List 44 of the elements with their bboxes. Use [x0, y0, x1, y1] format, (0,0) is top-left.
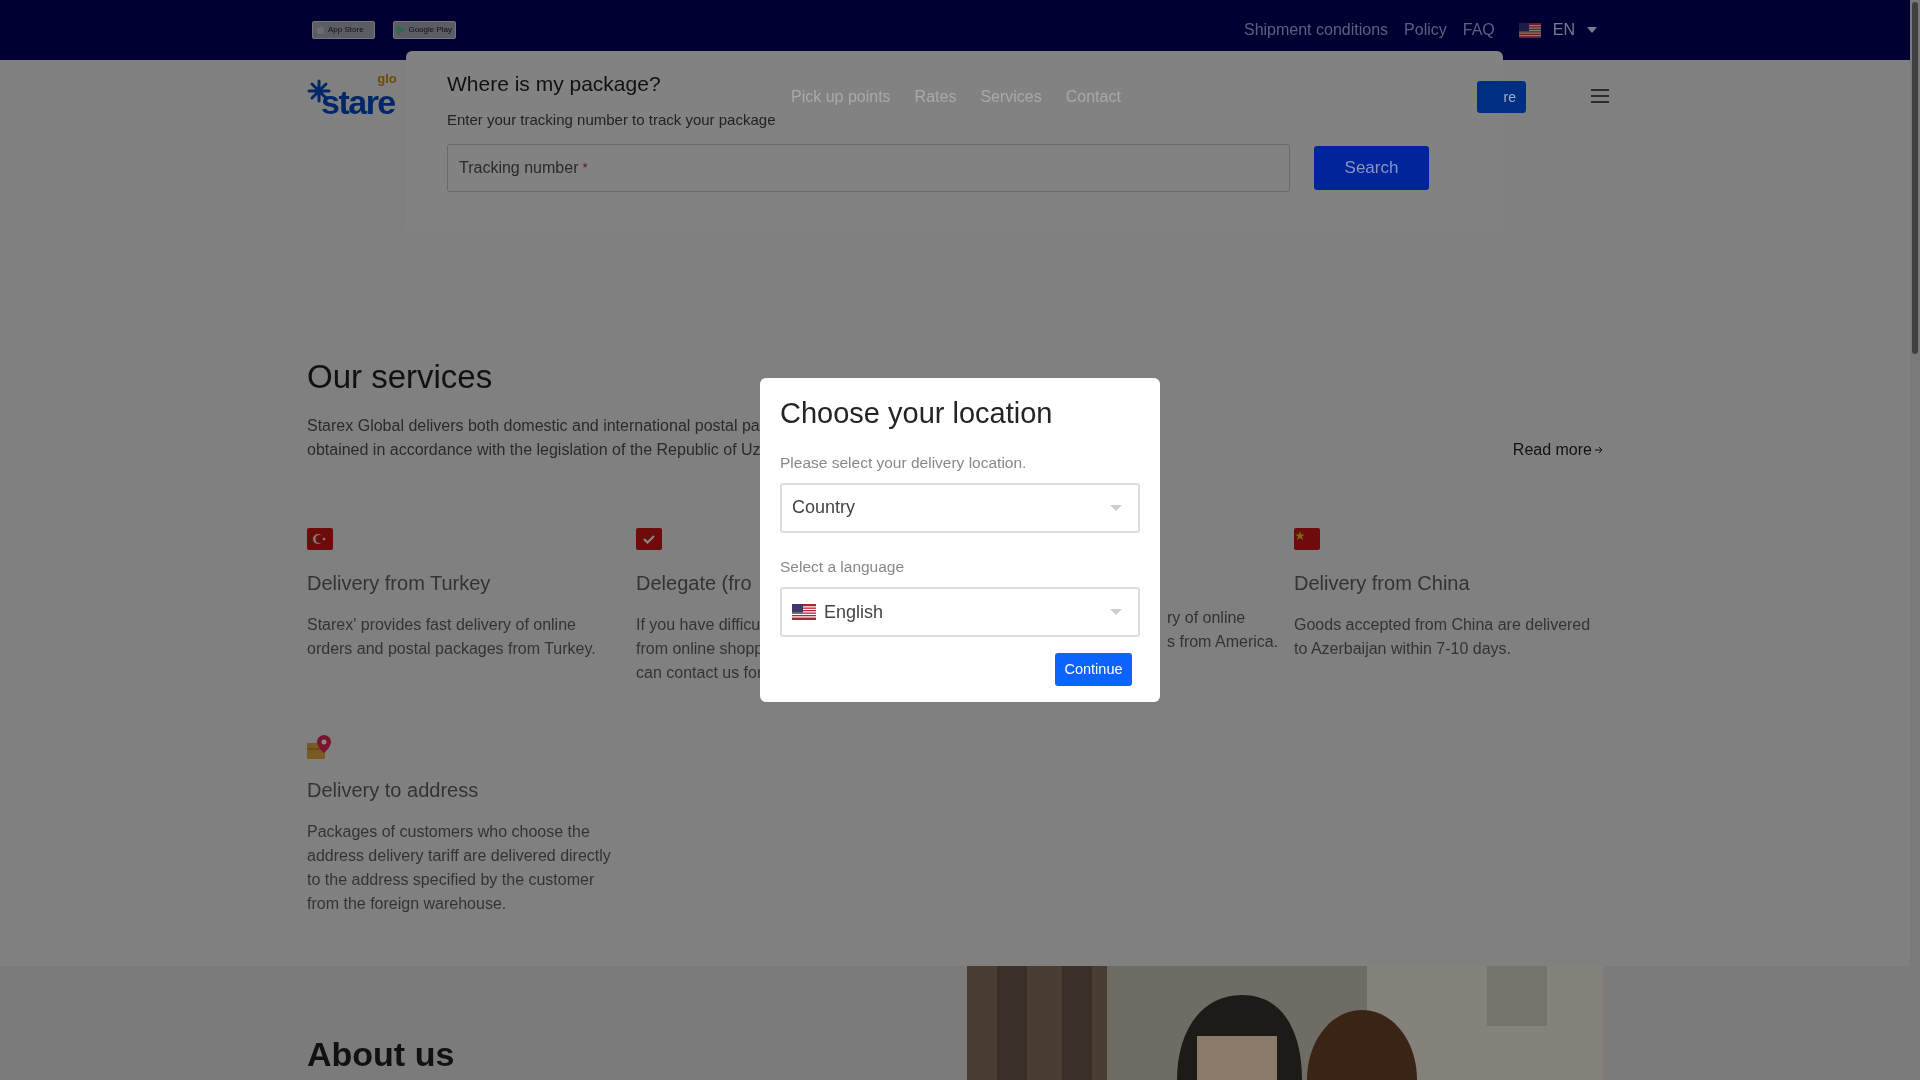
- country-select[interactable]: Country: [780, 482, 1140, 533]
- china-flag-icon: [1294, 528, 1320, 550]
- package-pin-icon: [307, 735, 333, 761]
- scrollbar-thumb[interactable]: [1912, 2, 1918, 354]
- read-more-link[interactable]: Read more: [1512, 438, 1603, 462]
- checkmark-icon: [636, 528, 662, 550]
- service-description: Starex' provides fast delivery of online orders and postal packages from Turkey.: [307, 615, 597, 659]
- cta-button[interactable]: re: [1477, 81, 1526, 113]
- tracking-input[interactable]: Tracking number *: [447, 143, 1290, 192]
- dialog-title: Choose your location: [780, 396, 1054, 431]
- us-flag-icon: [792, 604, 816, 620]
- service-description: ry of online s from America.: [1167, 608, 1279, 652]
- language-select[interactable]: English: [780, 587, 1140, 637]
- tracking-title: Where is my package?: [447, 71, 661, 97]
- top-link[interactable]: Shipment conditions: [1243, 18, 1389, 42]
- caret-icon: [1587, 27, 1597, 33]
- store-badge[interactable]: Google Play: [393, 21, 456, 39]
- field-label: Select a language: [780, 556, 906, 577]
- arrow-icon: [1595, 446, 1603, 454]
- top-link[interactable]: Policy: [1404, 18, 1447, 42]
- language-code: EN: [1552, 20, 1575, 40]
- service-title: Delivery to address: [307, 778, 479, 803]
- menu-icon[interactable]: [1591, 89, 1609, 103]
- play-icon: [397, 25, 406, 35]
- top-link[interactable]: FAQ: [1462, 18, 1495, 42]
- continue-button[interactable]: Continue: [1055, 653, 1132, 686]
- service-title: Delivery from Turkey: [307, 571, 491, 596]
- service-title: Delegate (fro: [636, 571, 752, 596]
- service-description: Packages of customers who choose the address delivery tariff are delivered directly to the address specified by the customer from the foreign warehouse.: [307, 822, 612, 914]
- service-title: Delivery from China: [1294, 571, 1470, 596]
- language-switcher[interactable]: EN: [1518, 18, 1597, 42]
- section-title: Our services: [307, 360, 494, 393]
- logo-accent: glo: [377, 71, 397, 85]
- dropdown-caret-icon: [1110, 609, 1122, 615]
- services-intro: Starex Global delivers both domestic and international postal pa obtained in accordance with the legislation of the Republic of Uz: [307, 416, 761, 460]
- section-title: About us: [307, 1034, 455, 1075]
- field-label: Please select your delivery location.: [780, 452, 1028, 473]
- service-description: Goods accepted from China are delivered to Azerbaijan within 7-10 days.: [1294, 615, 1592, 659]
- turkey-flag-icon: [307, 528, 333, 550]
- store-badge[interactable]: App Store: [312, 21, 375, 39]
- tracking-subtitle: Enter your tracking number to track your package: [447, 110, 776, 131]
- dropdown-caret-icon: [1110, 504, 1122, 511]
- search-button[interactable]: Search: [1314, 145, 1429, 190]
- us-flag-icon: [1518, 22, 1541, 38]
